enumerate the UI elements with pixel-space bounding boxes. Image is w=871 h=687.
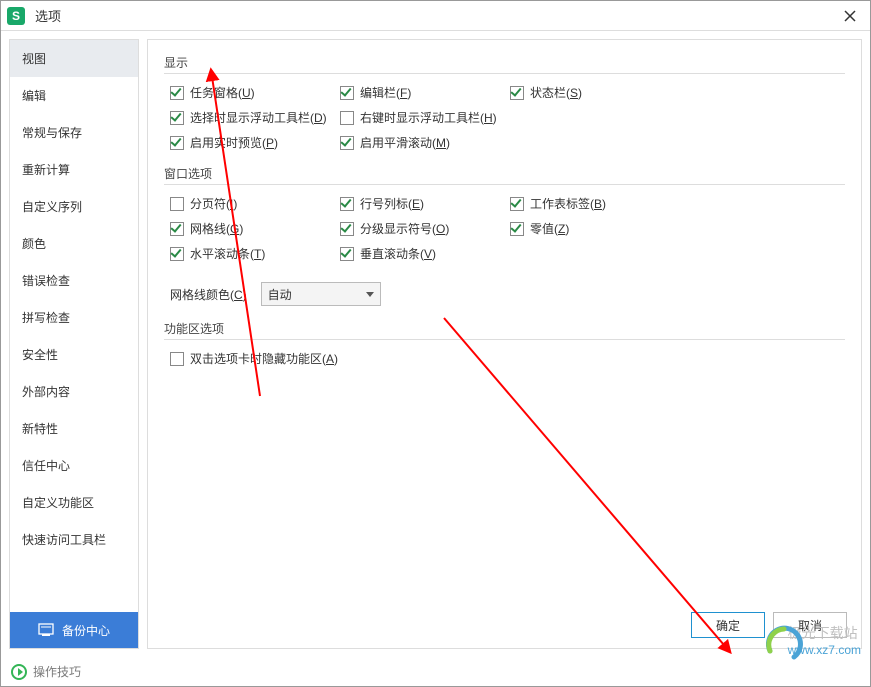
checkbox-option[interactable]: 垂直滚动条(V) [340, 245, 510, 262]
checkbox-label: 启用实时预览(P) [190, 134, 278, 151]
checkbox-label: 网格线(G) [190, 220, 243, 237]
checkbox-icon [340, 222, 354, 236]
checkbox-label: 双击选项卡时隐藏功能区(A) [190, 350, 338, 367]
checkbox-icon [510, 197, 524, 211]
section-window-title: 窗口选项 [164, 165, 845, 182]
checkbox-icon [170, 197, 184, 211]
checkbox-icon [510, 222, 524, 236]
checkbox-icon [510, 86, 524, 100]
checkbox-option[interactable]: 任务窗格(U) [170, 84, 340, 101]
checkbox-icon [340, 197, 354, 211]
sidebar-item[interactable]: 重新计算 [10, 151, 138, 188]
backup-center-label: 备份中心 [62, 622, 110, 639]
gridline-color-value: 自动 [268, 286, 292, 303]
cancel-button[interactable]: 取消 [773, 612, 847, 638]
sidebar-item[interactable]: 自定义功能区 [10, 484, 138, 521]
checkbox-icon [340, 111, 354, 125]
close-icon [844, 10, 856, 22]
checkbox-label: 编辑栏(F) [360, 84, 411, 101]
checkbox-option[interactable]: 水平滚动条(T) [170, 245, 340, 262]
backup-icon [38, 623, 54, 637]
sidebar-item[interactable]: 信任中心 [10, 447, 138, 484]
sidebar-item[interactable]: 颜色 [10, 225, 138, 262]
tip-play-icon [11, 664, 27, 680]
checkbox-icon [170, 352, 184, 366]
titlebar: S 选项 [1, 1, 870, 31]
checkbox-icon [340, 247, 354, 261]
sidebar-item[interactable]: 常规与保存 [10, 114, 138, 151]
checkbox-option[interactable]: 分级显示符号(O) [340, 220, 510, 237]
checkbox-option[interactable]: 工作表标签(B) [510, 195, 680, 212]
checkbox-icon [170, 136, 184, 150]
window-options-grid: 分页符(I) 行号列标(E) 工作表标签(B) 网格线(G) 分级显示符号(O) 零值(Z… [170, 195, 845, 262]
checkbox-icon [340, 136, 354, 150]
checkbox-option[interactable]: 编辑栏(F) [340, 84, 510, 101]
options-window: S 选项 视图编辑常规与保存重新计算自定义序列颜色错误检查拼写检查安全性外部内容… [0, 0, 871, 687]
gridline-color-select[interactable]: 自动 [261, 282, 381, 306]
dialog-buttons: 确定 取消 [691, 612, 847, 638]
checkbox-icon [170, 222, 184, 236]
checkbox-option[interactable]: 选择时显示浮动工具栏(D) [170, 109, 340, 126]
section-divider [164, 184, 845, 185]
content-panel: 显示 任务窗格(U) 编辑栏(F) 状态栏(S) 选择时显示浮动工具栏(D) 右键时显示… [147, 39, 862, 649]
checkbox-option[interactable]: 网格线(G) [170, 220, 340, 237]
gridline-color-row: 网格线颜色(C) 自动 [170, 282, 845, 306]
checkbox-option[interactable]: 右键时显示浮动工具栏(H) [340, 109, 510, 126]
checkbox-label: 分页符(I) [190, 195, 237, 212]
checkbox-label: 零值(Z) [530, 220, 569, 237]
footer: 操作技巧 [1, 657, 870, 686]
checkbox-label: 选择时显示浮动工具栏(D) [190, 109, 327, 126]
gridline-color-label: 网格线颜色(C) [170, 286, 247, 303]
checkbox-option[interactable]: 启用实时预览(P) [170, 134, 340, 151]
ok-button[interactable]: 确定 [691, 612, 765, 638]
chevron-down-icon [366, 292, 374, 297]
checkbox-icon [170, 86, 184, 100]
checkbox-label: 任务窗格(U) [190, 84, 255, 101]
section-ribbon-title: 功能区选项 [164, 320, 845, 337]
sidebar-item[interactable]: 安全性 [10, 336, 138, 373]
section-divider [164, 73, 845, 74]
checkbox-option[interactable]: 启用平滑滚动(M) [340, 134, 510, 151]
checkbox-label: 状态栏(S) [530, 84, 582, 101]
sidebar-item[interactable]: 自定义序列 [10, 188, 138, 225]
checkbox-icon [170, 111, 184, 125]
tips-link[interactable]: 操作技巧 [33, 663, 81, 680]
checkbox-label: 垂直滚动条(V) [360, 245, 436, 262]
checkbox-label: 右键时显示浮动工具栏(H) [360, 109, 497, 126]
sidebar-item[interactable]: 错误检查 [10, 262, 138, 299]
checkbox-label: 分级显示符号(O) [360, 220, 449, 237]
backup-center-button[interactable]: 备份中心 [10, 612, 138, 648]
checkbox-label: 行号列标(E) [360, 195, 424, 212]
sidebar: 视图编辑常规与保存重新计算自定义序列颜色错误检查拼写检查安全性外部内容新特性信任… [9, 39, 139, 649]
checkbox-option[interactable]: 双击选项卡时隐藏功能区(A) [170, 350, 510, 367]
body: 视图编辑常规与保存重新计算自定义序列颜色错误检查拼写检查安全性外部内容新特性信任… [1, 31, 870, 657]
checkbox-option[interactable]: 行号列标(E) [340, 195, 510, 212]
sidebar-item[interactable]: 新特性 [10, 410, 138, 447]
checkbox-option[interactable]: 零值(Z) [510, 220, 680, 237]
close-button[interactable] [836, 5, 864, 27]
section-divider [164, 339, 845, 340]
app-icon: S [7, 7, 25, 25]
sidebar-item[interactable]: 拼写检查 [10, 299, 138, 336]
ribbon-options-grid: 双击选项卡时隐藏功能区(A) [170, 350, 845, 367]
checkbox-label: 工作表标签(B) [530, 195, 606, 212]
checkbox-icon [340, 86, 354, 100]
checkbox-icon [170, 247, 184, 261]
section-display-title: 显示 [164, 54, 845, 71]
checkbox-option[interactable]: 状态栏(S) [510, 84, 680, 101]
display-options-grid: 任务窗格(U) 编辑栏(F) 状态栏(S) 选择时显示浮动工具栏(D) 右键时显示浮动工… [170, 84, 845, 151]
sidebar-item[interactable]: 编辑 [10, 77, 138, 114]
checkbox-label: 启用平滑滚动(M) [360, 134, 450, 151]
sidebar-item[interactable]: 外部内容 [10, 373, 138, 410]
sidebar-item[interactable]: 快速访问工具栏 [10, 521, 138, 558]
sidebar-item[interactable]: 视图 [10, 40, 138, 77]
checkbox-label: 水平滚动条(T) [190, 245, 265, 262]
window-title: 选项 [35, 6, 836, 25]
checkbox-option[interactable]: 分页符(I) [170, 195, 340, 212]
sidebar-list: 视图编辑常规与保存重新计算自定义序列颜色错误检查拼写检查安全性外部内容新特性信任… [10, 40, 138, 612]
